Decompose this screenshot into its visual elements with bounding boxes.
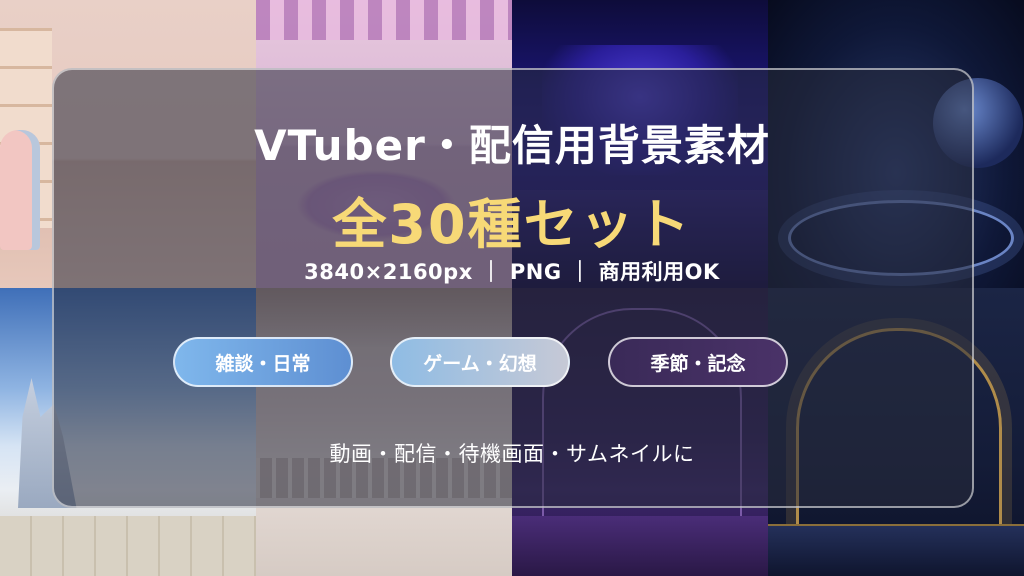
category-badge-season: 季節・記念: [608, 337, 788, 387]
main-title: VTuber・配信用背景素材: [254, 121, 770, 170]
set-count-headline: 全30種セット: [332, 193, 692, 256]
spec-line: 3840×2160px ｜ PNG ｜ 商用利用OK: [304, 260, 720, 284]
use-case-text: 動画・配信・待機画面・サムネイルに: [329, 442, 695, 466]
category-badge-game: ゲーム・幻想: [390, 337, 570, 387]
category-badge-chat: 雑談・日常: [173, 337, 353, 387]
